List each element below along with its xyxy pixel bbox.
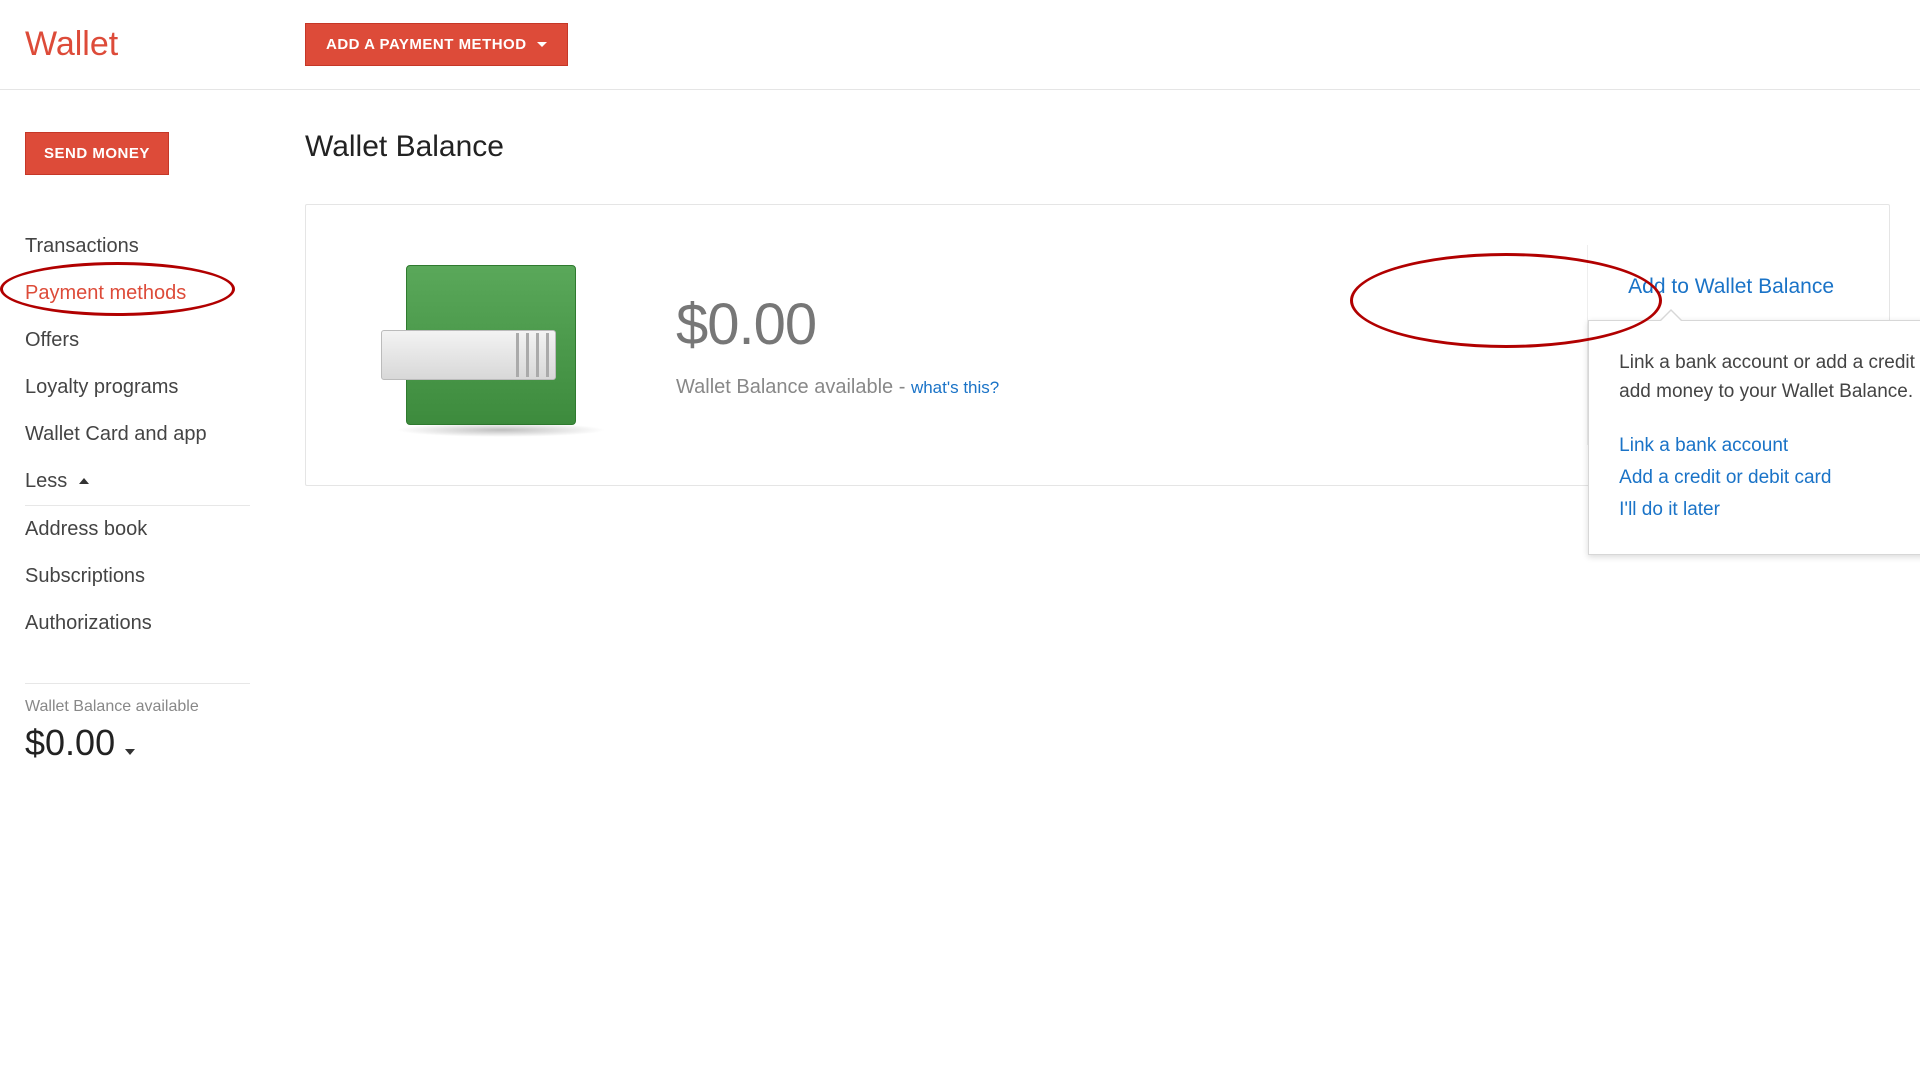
- caret-down-icon: [125, 749, 135, 755]
- wallet-balance-subtext: Wallet Balance available - what's this?: [676, 376, 999, 399]
- whats-this-link[interactable]: what's this?: [911, 378, 999, 397]
- sidebar: SEND MONEY Transactions Payment methods …: [0, 90, 280, 764]
- top-bar: Wallet ADD A PAYMENT METHOD: [0, 0, 1920, 90]
- sidebar-item-subscriptions[interactable]: Subscriptions: [25, 553, 280, 600]
- wallet-balance-sub-label: Wallet Balance available -: [676, 376, 911, 398]
- sidebar-balance-dropdown[interactable]: $0.00: [25, 722, 280, 764]
- sidebar-balance-amount: $0.00: [25, 722, 115, 764]
- add-credit-debit-card-link[interactable]: Add a credit or debit card: [1619, 462, 1920, 494]
- caret-up-icon: [79, 478, 89, 484]
- sidebar-item-address-book[interactable]: Address book: [25, 506, 280, 553]
- balance-text-block: $0.00 Wallet Balance available - what's …: [676, 291, 999, 399]
- wallet-balance-card: $0.00 Wallet Balance available - what's …: [305, 204, 1890, 486]
- add-to-wallet-balance-link[interactable]: Add to Wallet Balance: [1628, 275, 1834, 299]
- sidebar-item-transactions[interactable]: Transactions: [25, 223, 280, 270]
- sidebar-balance-label: Wallet Balance available: [25, 698, 280, 716]
- sidebar-item-authorizations[interactable]: Authorizations: [25, 600, 280, 647]
- wallet-balance-amount: $0.00: [676, 291, 999, 358]
- sidebar-item-offers[interactable]: Offers: [25, 317, 280, 364]
- wallet-money-clip-icon: [376, 245, 606, 445]
- sidebar-item-payment-methods[interactable]: Payment methods: [25, 270, 280, 317]
- add-balance-popover: Link a bank account or add a credit or d…: [1588, 320, 1920, 555]
- main-content: Wallet Balance $0.00 Wallet Balance avai…: [280, 90, 1920, 764]
- card-right-column: Add to Wallet Balance Link a bank accoun…: [1587, 245, 1834, 445]
- page-title: Wallet Balance: [305, 130, 1890, 164]
- add-payment-method-button[interactable]: ADD A PAYMENT METHOD: [305, 23, 568, 66]
- sidebar-item-wallet-card-and-app[interactable]: Wallet Card and app: [25, 411, 280, 458]
- do-it-later-link[interactable]: I'll do it later: [1619, 494, 1920, 526]
- sidebar-item-loyalty-programs[interactable]: Loyalty programs: [25, 364, 280, 411]
- link-bank-account-link[interactable]: Link a bank account: [1619, 430, 1920, 462]
- send-money-button[interactable]: SEND MONEY: [25, 132, 169, 175]
- sidebar-item-less[interactable]: Less: [25, 458, 250, 506]
- popover-body-text: Link a bank account or add a credit or d…: [1619, 349, 1920, 406]
- app-title: Wallet: [25, 25, 305, 64]
- sidebar-divider: [25, 683, 250, 684]
- add-payment-method-label: ADD A PAYMENT METHOD: [326, 36, 527, 53]
- caret-down-icon: [537, 42, 547, 47]
- sidebar-item-less-label: Less: [25, 470, 67, 493]
